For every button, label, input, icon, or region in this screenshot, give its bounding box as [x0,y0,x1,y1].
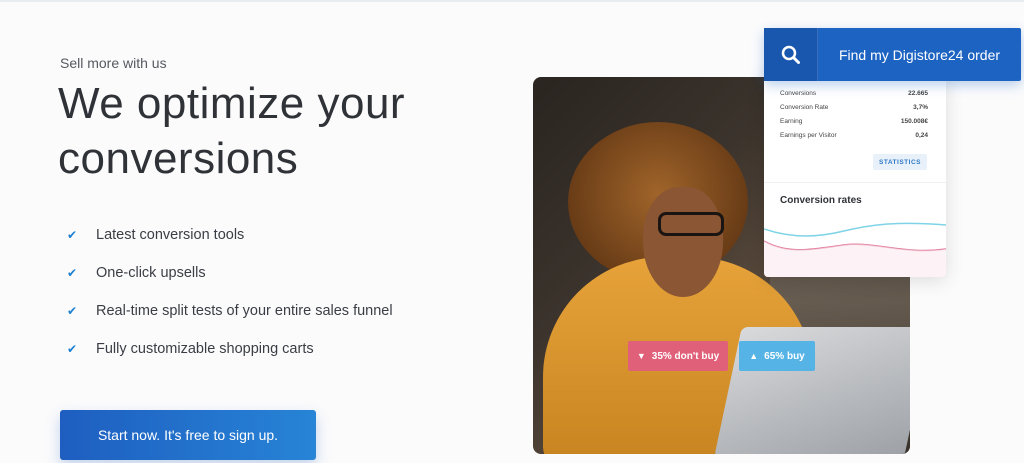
stat-label: Earnings per Visitor [780,132,837,139]
feature-label: Fully customizable shopping carts [96,341,314,357]
stat-row: Conversion Rate 3,7% [780,104,928,111]
stat-value: 150.008€ [900,118,928,125]
photo-glasses [658,212,724,236]
wave-fill [764,241,946,277]
list-item: ✔ Real-time split tests of your entire s… [66,292,393,330]
feature-label: Real-time split tests of your entire sal… [96,303,393,319]
find-order-button[interactable]: Find my Digistore24 order [764,28,1021,81]
card-divider [764,182,946,183]
triangle-up-icon: ▲ [749,351,759,361]
stat-value: 3,7% [913,104,928,111]
page-title: We optimize your conversions [58,79,406,183]
signup-button[interactable]: Start now. It's free to sign up. [60,410,316,460]
eyebrow-text: Sell more with us [60,55,167,71]
stat-row: Earning 150.008€ [780,118,928,125]
stat-value: 22.665 [908,90,928,97]
feature-label: One-click upsells [96,265,206,281]
check-icon: ✔ [66,342,78,356]
stat-row: Conversions 22.665 [780,90,928,97]
stat-value: 0,24 [915,132,928,139]
stat-label: Earning [780,118,803,125]
stat-row: Earnings per Visitor 0,24 [780,132,928,139]
stats-card: Conversions 22.665 Conversion Rate 3,7% … [764,70,946,277]
photo-face [643,187,723,297]
find-icon-box[interactable] [764,28,818,81]
buy-badge: ▲ 65% buy [739,341,815,371]
search-icon [781,45,800,64]
find-order-label: Find my Digistore24 order [838,46,1001,63]
stat-label: Conversions [780,90,817,97]
conversion-wave-graphic [764,222,946,277]
triangle-down-icon: ▼ [636,351,646,361]
check-icon: ✔ [66,228,78,242]
list-item: ✔ Latest conversion tools [66,216,393,254]
statistics-button[interactable]: STATISTICS [873,154,927,170]
dont-buy-label: 35% don't buy [651,350,720,362]
top-divider [0,0,1024,2]
list-item: ✔ Fully customizable shopping carts [66,330,393,368]
stat-label: Conversion Rate [780,104,829,111]
feature-list: ✔ Latest conversion tools ✔ One-click up… [66,216,393,368]
dont-buy-badge: ▼ 35% don't buy [628,341,728,371]
feature-label: Latest conversion tools [96,227,245,243]
buy-label: 65% buy [764,350,805,362]
conversion-rates-title: Conversion rates [780,195,862,206]
check-icon: ✔ [66,266,78,280]
wave-line-cyan [764,222,946,237]
list-item: ✔ One-click upsells [66,254,393,292]
check-icon: ✔ [66,304,78,318]
